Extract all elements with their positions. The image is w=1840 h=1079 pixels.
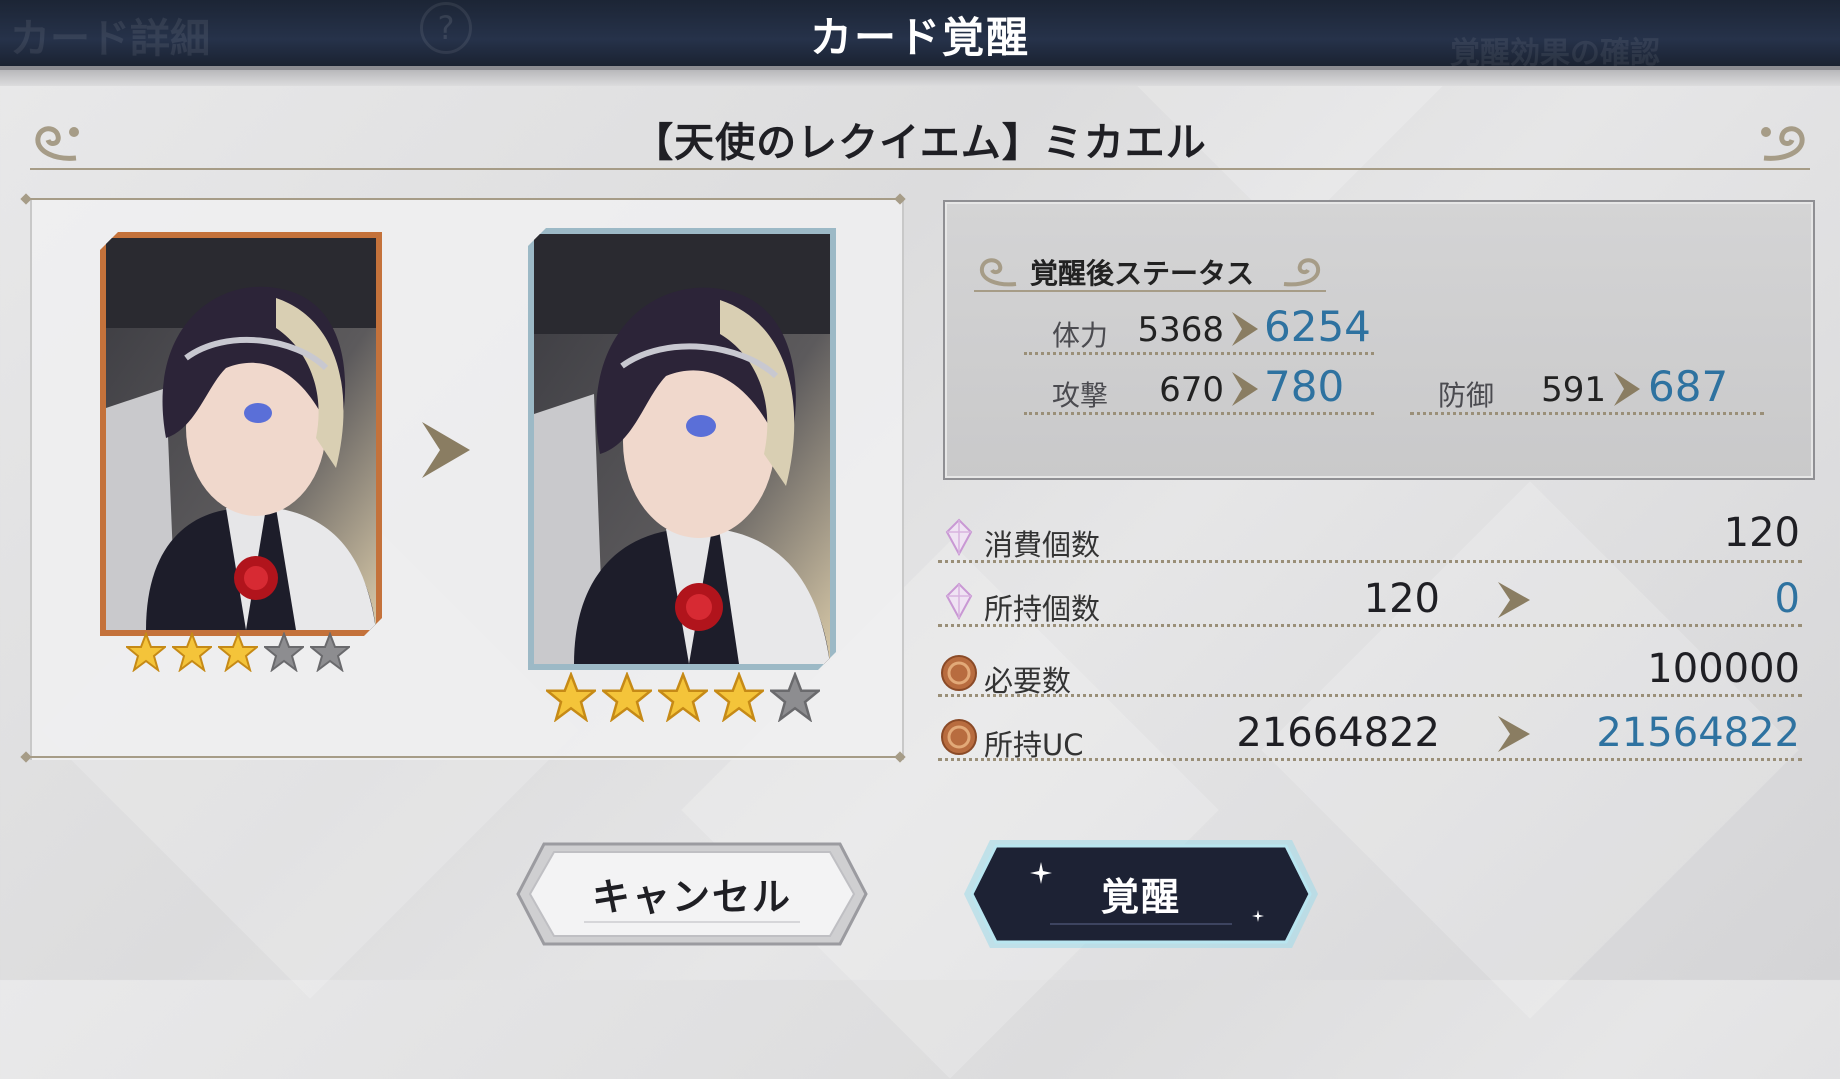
owned-uc-old: 21664822: [1236, 710, 1440, 756]
card-art-after: [528, 228, 836, 670]
rarity-stars-after: [546, 672, 820, 722]
star-empty-icon: [310, 632, 350, 672]
stat-hp-label: 体力: [1052, 319, 1109, 352]
awaken-button[interactable]: 覚醒: [960, 836, 1322, 952]
card-name: 【天使のレクイエム】ミカエル: [633, 120, 1207, 166]
header-bar: カード詳細 ? 覚醒効果の確認 カード覚醒: [0, 0, 1840, 71]
star-filled-icon: [714, 672, 764, 722]
star-filled-icon: [126, 632, 166, 672]
star-empty-icon: [770, 672, 820, 722]
title-divider: [30, 168, 1810, 170]
star-filled-icon: [658, 672, 708, 722]
arrow-right-icon: [1232, 372, 1258, 406]
star-filled-icon: [218, 632, 258, 672]
arrow-right-icon: [422, 422, 470, 478]
arrow-right-icon: [1614, 372, 1640, 406]
owned-old: 120: [1363, 576, 1440, 622]
dotted-divider: [938, 624, 1802, 627]
consume-value: 120: [1723, 510, 1800, 556]
dotted-divider: [938, 694, 1802, 697]
stat-atk-label: 攻撃: [1052, 379, 1109, 412]
rarity-stars-before: [126, 632, 350, 672]
stat-atk-old: 670: [1159, 370, 1224, 410]
uc-coin-icon: [941, 655, 977, 691]
status-heading-rule: [974, 290, 1326, 292]
required-value: 100000: [1647, 646, 1800, 692]
panel-rule-top: [24, 198, 904, 200]
character-portrait: [106, 238, 376, 630]
uc-coin-icon: [941, 719, 977, 755]
star-filled-icon: [546, 672, 596, 722]
stat-def-new: 687: [1648, 362, 1729, 411]
star-empty-icon: [264, 632, 304, 672]
character-portrait: [534, 234, 830, 664]
consume-label: 消費個数: [984, 528, 1101, 562]
panel-rule-bottom: [24, 756, 904, 758]
stat-def-label: 防御: [1438, 379, 1495, 412]
header-underline: [0, 70, 1840, 86]
awaken-button-label: 覚醒: [1100, 875, 1181, 919]
flourish-left-icon: [979, 258, 1017, 287]
stat-atk-new: 780: [1264, 362, 1345, 411]
page-title: カード覚醒: [809, 13, 1030, 62]
crystal-icon: [945, 582, 973, 620]
dotted-divider: [1024, 412, 1374, 415]
star-filled-icon: [172, 632, 212, 672]
crystal-icon: [945, 518, 973, 556]
dotted-divider: [1410, 412, 1764, 415]
dotted-divider: [1024, 352, 1374, 355]
stat-hp-new: 6254: [1264, 302, 1371, 351]
card-art-before: [100, 232, 382, 636]
owned-new: 0: [1774, 576, 1800, 622]
owned-label: 所持個数: [984, 592, 1101, 626]
cancel-button[interactable]: キャンセル: [514, 840, 870, 948]
owned-uc-new: 21564822: [1596, 710, 1800, 756]
arrow-right-icon: [1498, 582, 1530, 618]
dotted-divider: [938, 560, 1802, 563]
star-filled-icon: [602, 672, 652, 722]
status-heading: 覚醒後ステータス: [1030, 257, 1255, 290]
stat-def-old: 591: [1541, 370, 1606, 410]
flourish-right-icon: [1283, 258, 1321, 287]
arrow-right-icon: [1232, 312, 1258, 346]
dotted-divider: [938, 758, 1802, 761]
stat-hp-old: 5368: [1137, 310, 1224, 350]
cancel-button-label: キャンセル: [591, 875, 792, 919]
